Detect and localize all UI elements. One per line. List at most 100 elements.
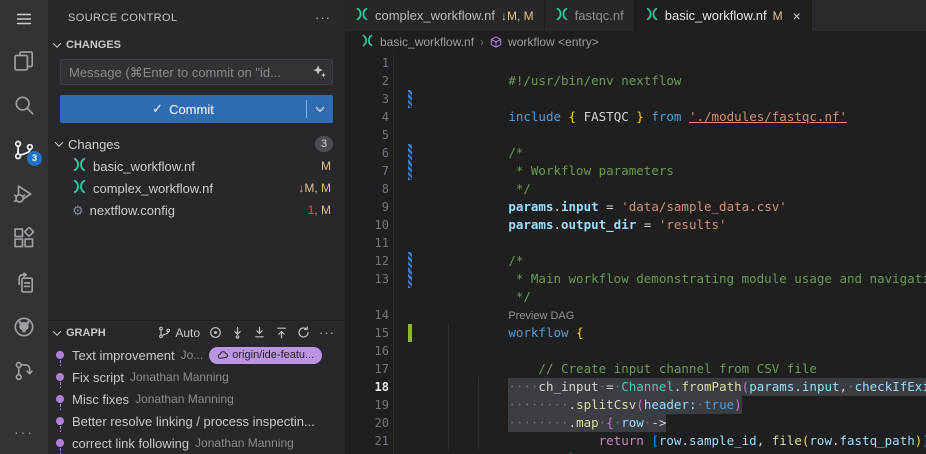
editor-tab[interactable]: fastqc.nf	[545, 0, 635, 31]
line-number[interactable]: 8	[345, 180, 389, 198]
line-content[interactable]	[418, 324, 508, 342]
line-number[interactable]: 3	[345, 90, 389, 108]
line-content[interactable]	[418, 216, 508, 234]
line-number[interactable]: 20	[345, 414, 389, 432]
changed-file-row[interactable]: basic_workflow.nf M	[48, 155, 345, 177]
editor-tab[interactable]: basic_workflow.nf M ×	[635, 0, 812, 31]
source-control-icon[interactable]: 3	[0, 127, 48, 171]
line-number[interactable]: 10	[345, 216, 389, 234]
panel-more-icon[interactable]: ···	[315, 10, 331, 25]
code-line[interactable]: 9 params.output_dir = 'results'	[345, 198, 926, 216]
line-content[interactable]: include { FASTQC } from './modules/fastq…	[418, 90, 847, 108]
line-number[interactable]: 6	[345, 144, 389, 162]
line-number[interactable]: 15	[345, 324, 389, 342]
code-editor[interactable]: 1 #!/usr/bin/env nextflow 2 3	[345, 53, 926, 454]
code-line[interactable]: 22 .view { sample -> "Sample: ${sample}"…	[345, 450, 926, 454]
commit-message-input[interactable]	[60, 59, 333, 85]
code-line[interactable]: 10	[345, 216, 926, 234]
code-line[interactable]: 2	[345, 72, 926, 90]
git-graph-icon[interactable]	[0, 349, 48, 393]
code-line[interactable]: 15	[345, 324, 926, 342]
line-content[interactable]: * Workflow parameters	[418, 144, 674, 162]
code-line[interactable]: 18 ········.splitCsv(header:·true)	[345, 378, 926, 396]
commit-row[interactable]: Text improvement Jo... origin/ide-featu.…	[48, 344, 345, 366]
code-line[interactable]: 8 params.input = 'data/sample_data.csv'	[345, 180, 926, 198]
line-content[interactable]: .view { sample -> "Sample: ${sample}" }	[418, 450, 862, 454]
fetch-icon[interactable]	[231, 326, 244, 339]
close-icon[interactable]: ×	[793, 8, 801, 24]
code-line[interactable]: 14 workflow {	[345, 306, 926, 324]
line-number[interactable]: 9	[345, 198, 389, 216]
commit-dropdown-button[interactable]	[307, 95, 333, 123]
push-icon[interactable]	[275, 326, 288, 339]
line-content[interactable]: ········.map·{·row·->	[418, 396, 666, 414]
line-content[interactable]: Preview DAG	[418, 288, 574, 306]
sparkle-icon[interactable]	[312, 64, 327, 84]
references-sync-icon[interactable]	[0, 260, 48, 304]
line-number[interactable]: 14	[345, 306, 389, 324]
code-line[interactable]: 3 include { FASTQC } from './modules/fas…	[345, 90, 926, 108]
line-number[interactable]: 17	[345, 360, 389, 378]
commit-row[interactable]: Better resolve linking / process inspect…	[48, 410, 345, 432]
line-content[interactable]: // Create input channel from CSV file	[418, 342, 817, 360]
code-line[interactable]: 20 return [row.sample_id, file(row.fastq…	[345, 414, 926, 432]
line-content[interactable]: params.input = 'data/sample_data.csv'	[418, 180, 787, 198]
changed-file-row[interactable]: ⚙ nextflow.config 1, M	[48, 199, 345, 221]
line-content[interactable]	[418, 108, 508, 126]
code-line[interactable]: 21 }	[345, 432, 926, 450]
line-number[interactable]: 16	[345, 342, 389, 360]
line-number[interactable]	[345, 288, 389, 306]
graph-auto-button[interactable]: Auto	[158, 326, 200, 340]
line-number[interactable]: 12	[345, 252, 389, 270]
search-icon[interactable]	[0, 83, 48, 127]
line-content[interactable]: params.output_dir = 'results'	[418, 198, 727, 216]
line-content[interactable]: workflow {	[418, 306, 584, 324]
code-line[interactable]: 5 /*	[345, 126, 926, 144]
target-icon[interactable]	[209, 326, 222, 339]
line-number[interactable]: 13	[345, 270, 389, 288]
code-line[interactable]: 11 /*	[345, 234, 926, 252]
line-number[interactable]: 5	[345, 126, 389, 144]
line-content[interactable]	[418, 72, 508, 90]
refresh-icon[interactable]	[297, 326, 310, 339]
changes-tree-header[interactable]: Changes 3	[48, 133, 345, 155]
code-line[interactable]: 6 * Workflow parameters	[345, 144, 926, 162]
activity-more-icon[interactable]: ···	[0, 410, 48, 454]
commit-button-main[interactable]: ✓ Commit	[60, 95, 306, 123]
line-number[interactable]: 7	[345, 162, 389, 180]
changed-file-row[interactable]: complex_workflow.nf ↓M, M	[48, 177, 345, 199]
breadcrumb-symbol[interactable]: workflow <entry>	[508, 35, 599, 49]
branch-ref-badge[interactable]: origin/ide-featu...	[209, 347, 322, 364]
line-number[interactable]: 11	[345, 234, 389, 252]
line-content[interactable]: }	[418, 432, 576, 450]
line-content[interactable]: */	[418, 270, 531, 288]
line-content[interactable]: ········.splitCsv(header:·true)	[418, 378, 742, 396]
code-line[interactable]: 12 * Main workflow demonstrating module …	[345, 252, 926, 270]
menu-icon[interactable]	[0, 0, 48, 39]
line-content[interactable]: #!/usr/bin/env nextflow	[418, 54, 681, 72]
breadcrumb-file[interactable]: basic_workflow.nf	[380, 35, 474, 49]
code-line[interactable]: 16 // Create input channel from CSV file	[345, 342, 926, 360]
commit-row[interactable]: correct link following Jonathan Manning	[48, 432, 345, 454]
commit-button[interactable]: ✓ Commit	[60, 95, 333, 123]
line-number[interactable]: 4	[345, 108, 389, 126]
changes-section-header[interactable]: CHANGES	[48, 35, 345, 55]
extensions-icon[interactable]	[0, 216, 48, 260]
editor-tab[interactable]: complex_workflow.nf ↓M, M	[345, 0, 545, 31]
code-line[interactable]: 1 #!/usr/bin/env nextflow	[345, 54, 926, 72]
line-number[interactable]: 2	[345, 72, 389, 90]
run-debug-icon[interactable]	[0, 172, 48, 216]
line-number[interactable]: 19	[345, 396, 389, 414]
graph-section-header[interactable]: GRAPH Auto ···	[48, 320, 345, 344]
line-content[interactable]: return [row.sample_id, file(row.fastq_pa…	[418, 414, 926, 432]
line-number[interactable]: 1	[345, 54, 389, 72]
code-line[interactable]: 17 ····ch_input·=·Channel.fromPath(param…	[345, 360, 926, 378]
line-content[interactable]: * Main workflow demonstrating module usa…	[418, 252, 926, 270]
line-content[interactable]: /*	[418, 126, 523, 144]
code-line[interactable]: 19 ········.map·{·row·->	[345, 396, 926, 414]
graph-more-icon[interactable]: ···	[319, 325, 335, 340]
pull-icon[interactable]	[253, 326, 266, 339]
github-icon[interactable]	[0, 305, 48, 349]
line-number[interactable]: 18	[345, 378, 389, 396]
line-content[interactable]: ····ch_input·=·Channel.fromPath(params.i…	[418, 360, 926, 378]
